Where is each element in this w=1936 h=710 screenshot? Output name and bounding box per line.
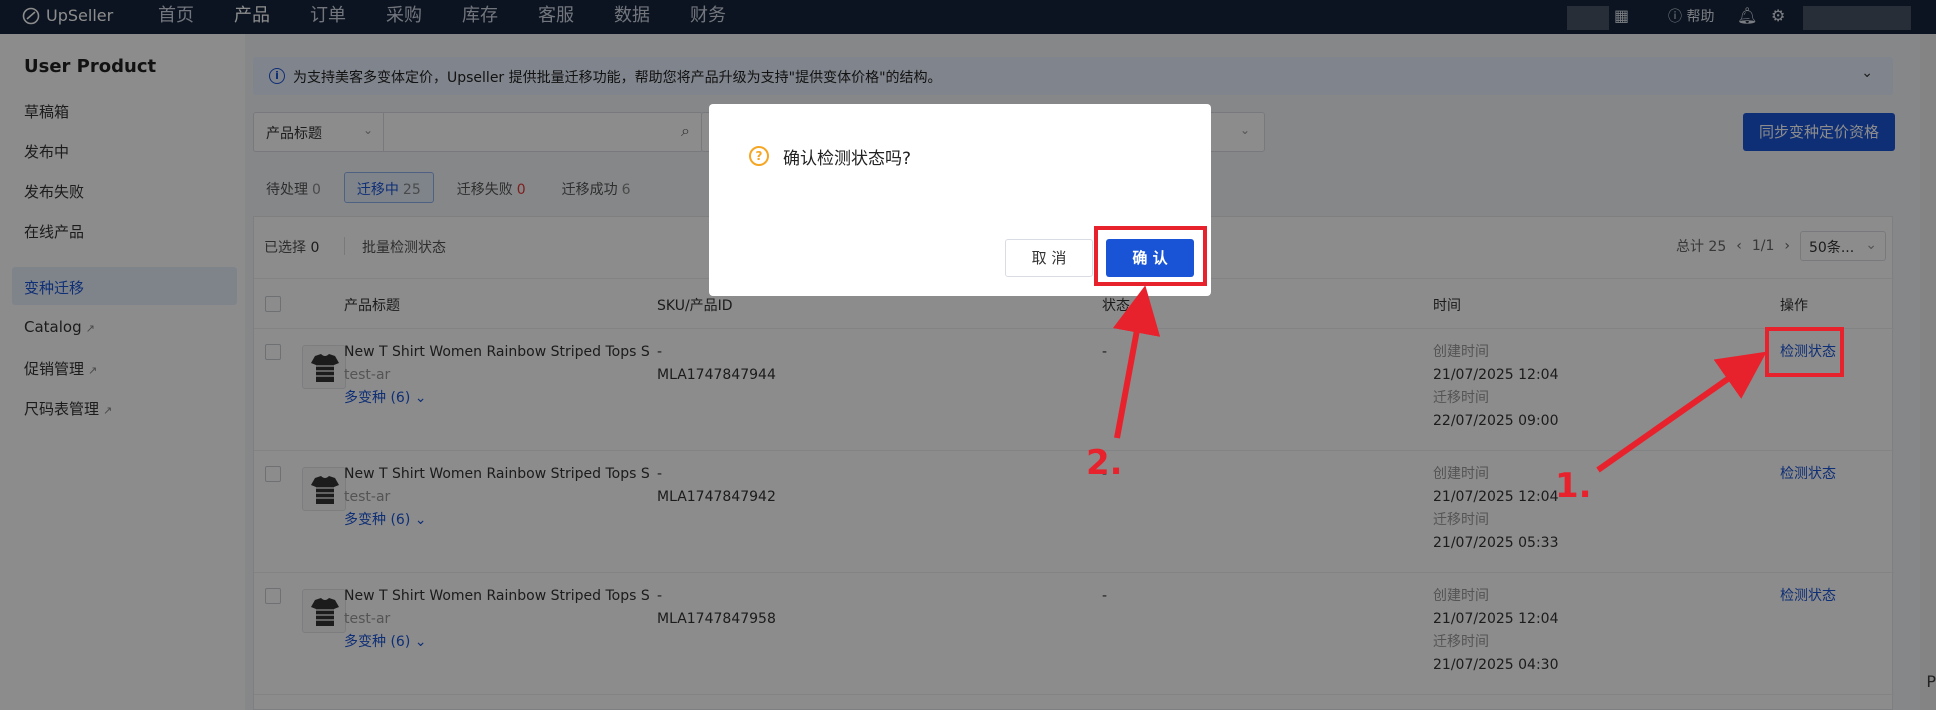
arrow-to-check-status [1596,351,1767,473]
step-2-label: 2. [1086,443,1123,483]
annotation-arrows [1112,285,1767,473]
edge-text: P [1926,672,1936,691]
step-1-label: 1. [1555,466,1592,506]
arrow-to-confirm [1112,285,1161,439]
